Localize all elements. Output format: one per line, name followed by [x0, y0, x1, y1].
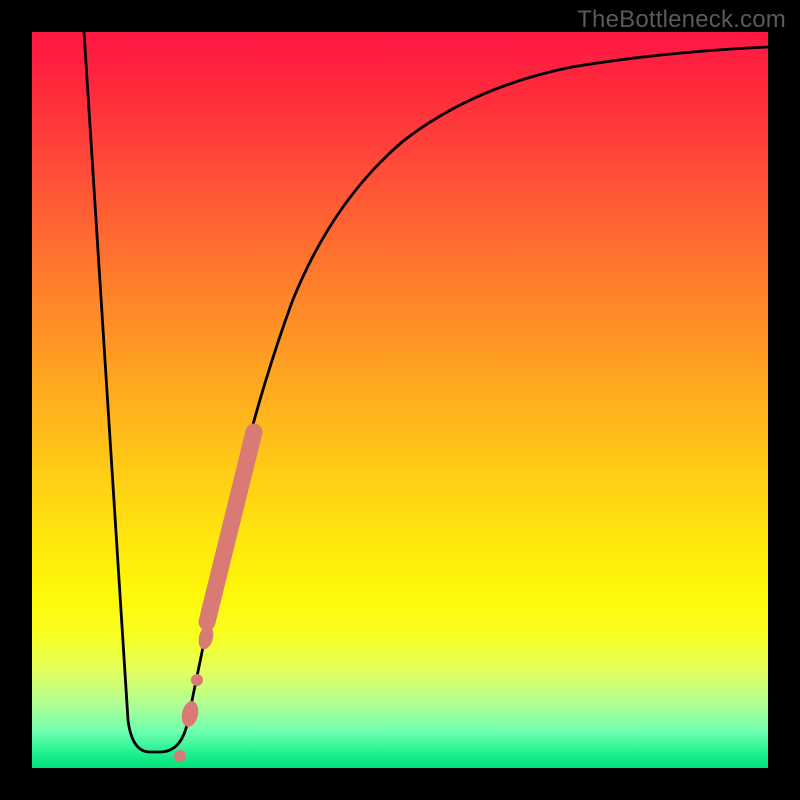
marker-dot: [174, 750, 186, 762]
marker-dot: [179, 700, 200, 729]
curve-layer: [32, 32, 768, 768]
watermark-text: TheBottleneck.com: [577, 6, 786, 34]
marker-dot: [191, 674, 203, 686]
plot-area: [32, 32, 768, 768]
bottleneck-curve: [84, 32, 768, 752]
chart-frame: TheBottleneck.com: [0, 0, 800, 800]
curve-highlight-markers: [174, 432, 254, 762]
marker-band: [207, 432, 254, 622]
